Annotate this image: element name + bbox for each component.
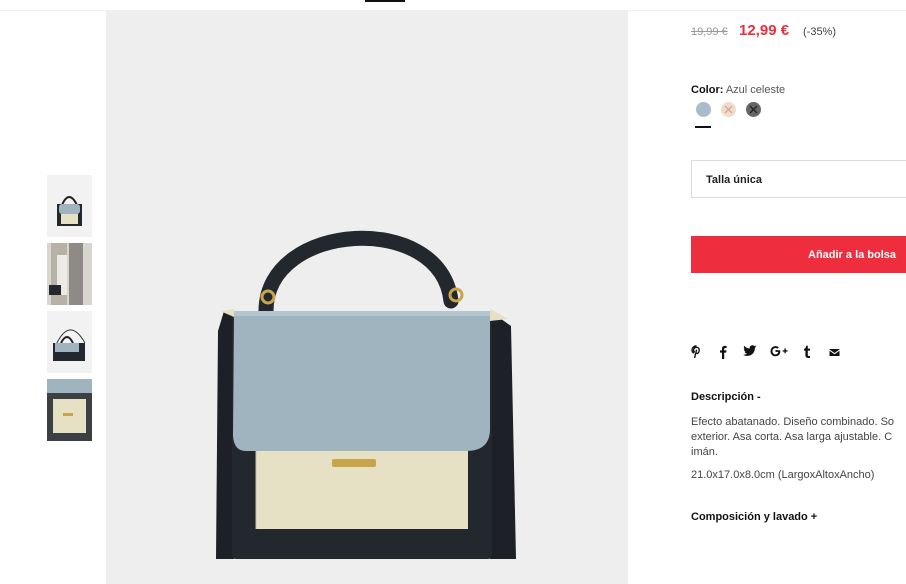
tumblr-icon[interactable] [803, 345, 811, 362]
color-label: Color: Azul celeste [691, 84, 785, 96]
color-swatch-azul-celeste[interactable] [696, 102, 711, 117]
google-plus-icon[interactable] [770, 345, 788, 361]
description-text: Efecto abatanado. Diseño combinado. So e… [691, 416, 895, 458]
unavailable-cross-icon [749, 105, 758, 114]
thumbnail-3[interactable] [47, 311, 92, 373]
twitter-icon[interactable] [743, 345, 757, 361]
color-selected-value: Azul celeste [725, 84, 786, 96]
product-main-image[interactable] [106, 11, 628, 584]
active-tab-indicator [365, 0, 405, 2]
thumbnail-list [47, 175, 92, 447]
composition-toggle[interactable]: Composición y lavado + [691, 511, 817, 523]
thumbnail-2[interactable] [47, 243, 92, 305]
unavailable-cross-icon [724, 105, 733, 114]
pinterest-icon[interactable] [691, 345, 702, 363]
color-swatch-beige[interactable] [721, 102, 736, 117]
size-value: Talla única [706, 174, 763, 186]
add-to-bag-button[interactable]: Añadir a la bolsa [691, 236, 906, 273]
original-price: 19,99 € [691, 26, 728, 38]
email-icon[interactable] [829, 345, 840, 361]
description-toggle[interactable]: Descripción - [691, 391, 761, 403]
thumbnail-1[interactable] [47, 175, 92, 237]
sale-price: 12,99 € [739, 22, 790, 39]
facebook-icon[interactable] [719, 345, 727, 363]
discount-badge: (-35%) [803, 26, 837, 38]
thumbnail-4[interactable] [47, 379, 92, 441]
color-swatch-gris[interactable] [746, 102, 761, 117]
size-selector[interactable]: Talla única [691, 160, 906, 198]
selected-swatch-indicator [695, 126, 711, 128]
add-to-bag-label: Añadir a la bolsa [808, 249, 897, 261]
product-dimensions: 21.0x17.0x8.0cm (LargoxAltoxAncho) [691, 469, 875, 481]
color-label-key: Color: [691, 84, 724, 96]
